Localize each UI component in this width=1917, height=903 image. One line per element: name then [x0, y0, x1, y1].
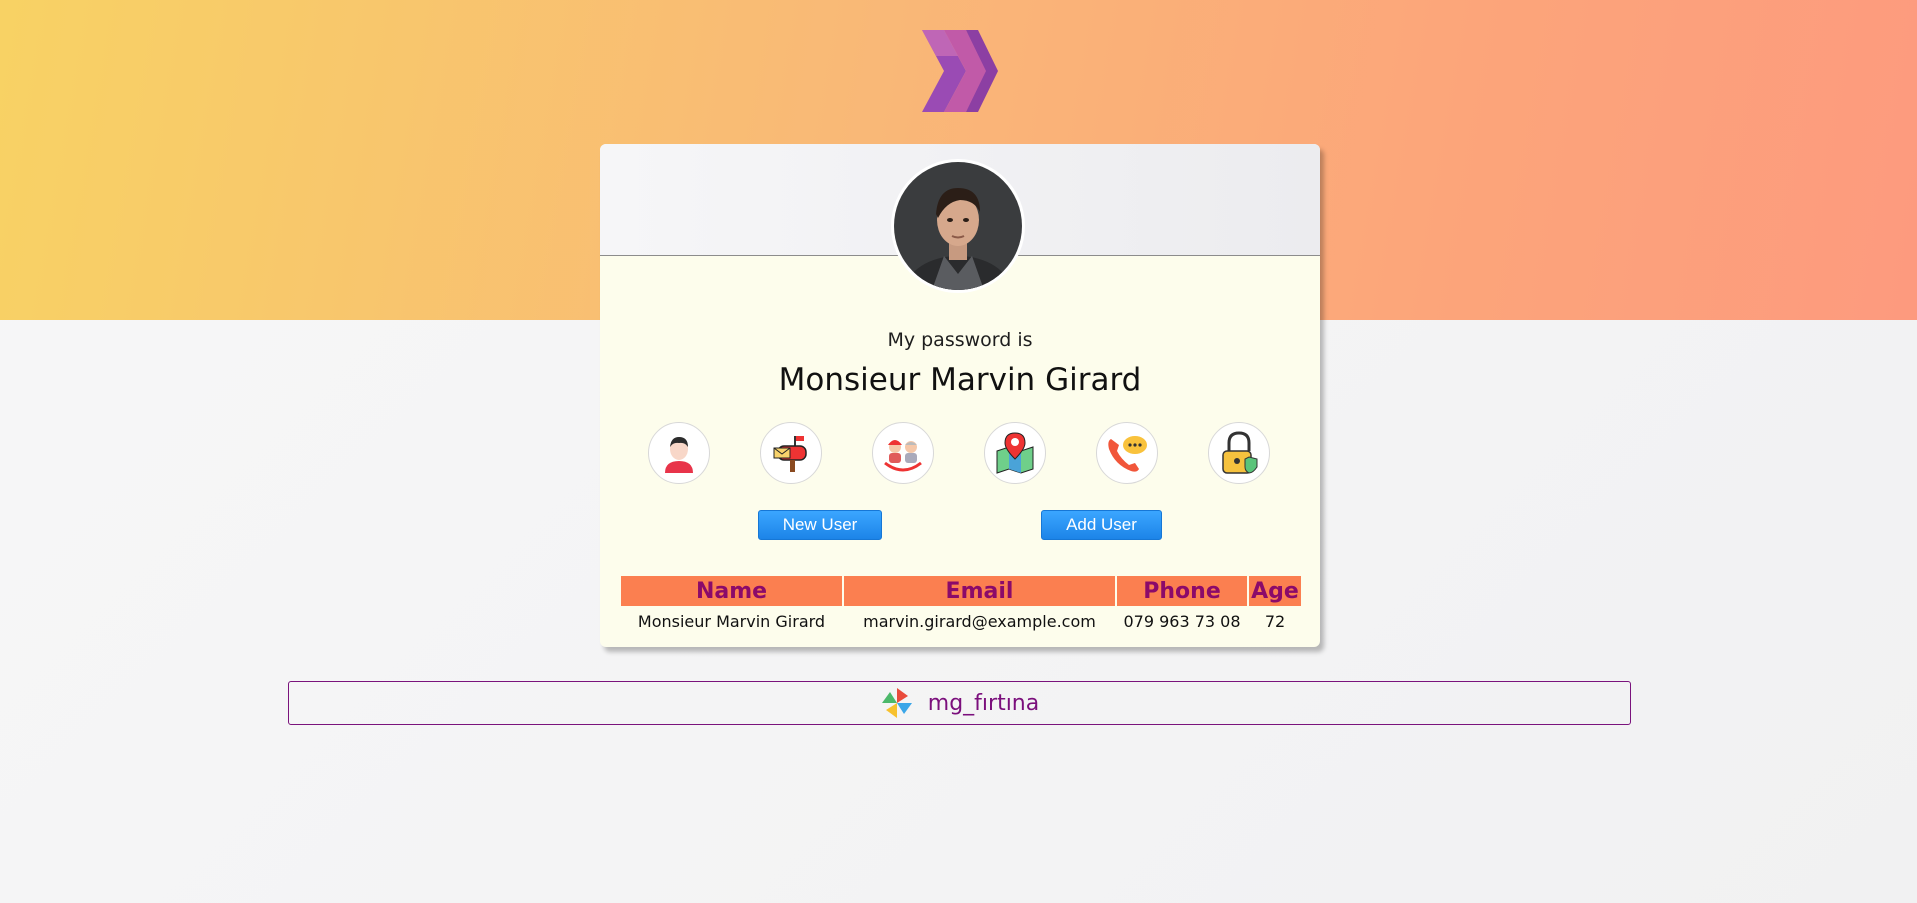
cell-phone: 079 963 73 08	[1123, 611, 1241, 631]
family-icon[interactable]	[872, 422, 934, 484]
cell-age: 72	[1264, 611, 1286, 631]
new-user-button[interactable]: New User	[758, 510, 882, 540]
mailbox-icon[interactable]	[760, 422, 822, 484]
add-user-button[interactable]: Add User	[1041, 510, 1162, 540]
info-value: Monsieur Marvin Girard	[778, 362, 1142, 398]
cell-email: marvin.girard@example.com	[863, 611, 1096, 631]
header-phone: Phone	[1117, 576, 1247, 606]
user-icon[interactable]	[648, 422, 710, 484]
pinwheel-icon	[881, 688, 912, 718]
header-age: Age	[1249, 576, 1301, 606]
user-card: My password is Monsieur Marvin Girard Ne…	[600, 144, 1320, 647]
footer-credit[interactable]: mg_fırtına	[288, 681, 1631, 725]
info-caption: My password is	[887, 329, 1033, 351]
cell-name: Monsieur Marvin Girard	[637, 611, 826, 631]
map-location-icon[interactable]	[984, 422, 1046, 484]
header-email: Email	[844, 576, 1115, 606]
users-table: Name Email Phone Age Monsieur Marvin Gir…	[619, 574, 1303, 636]
table-row: Monsieur Marvin Girard marvin.girard@exa…	[621, 608, 1301, 634]
chevron-logo-icon	[922, 30, 998, 112]
header-name: Name	[621, 576, 842, 606]
padlock-icon[interactable]	[1208, 422, 1270, 484]
avatar	[894, 162, 1022, 290]
footer-label: mg_fırtına	[927, 690, 1040, 716]
table-header-row: Name Email Phone Age	[621, 576, 1301, 606]
phone-chat-icon[interactable]	[1096, 422, 1158, 484]
